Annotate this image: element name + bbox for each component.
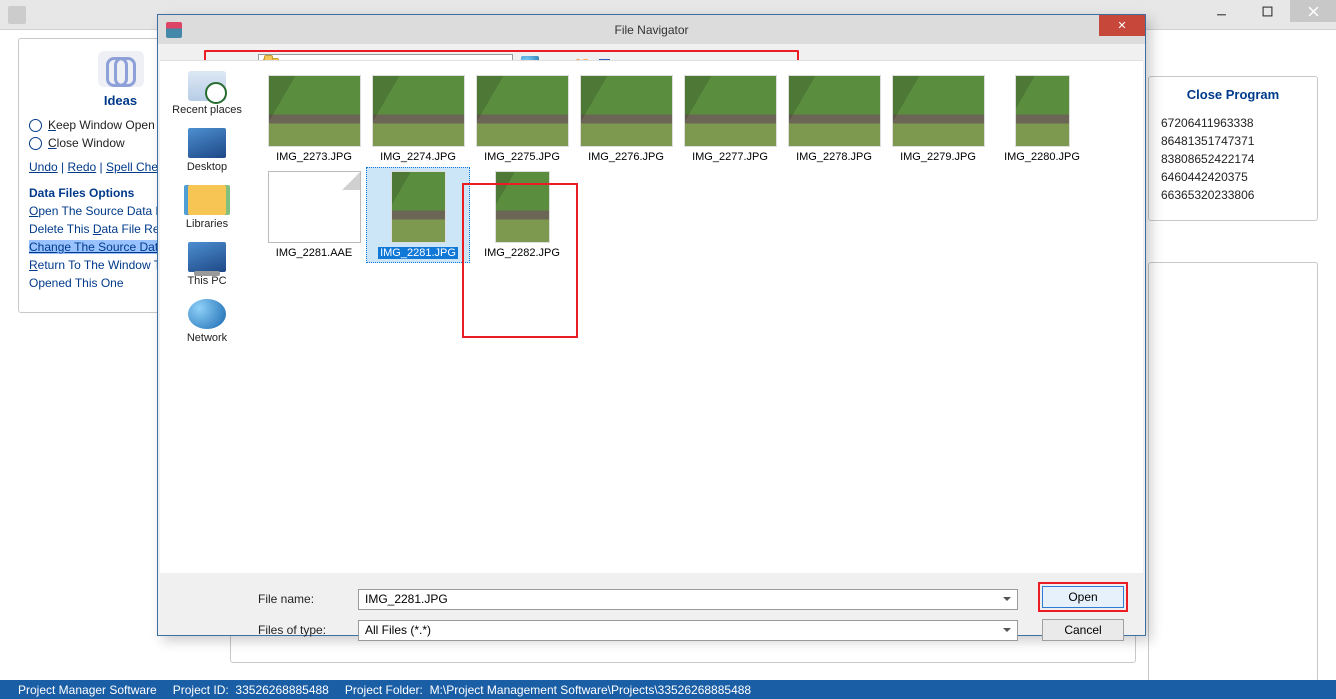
status-bar: Project Manager Software Project ID: 335… xyxy=(0,680,1336,699)
image-thumbnail xyxy=(391,171,446,243)
image-thumbnail xyxy=(372,75,465,147)
file-name-label: File name: xyxy=(258,592,358,606)
file-name-input[interactable]: IMG_2281.JPG xyxy=(358,589,1018,610)
place-libraries[interactable]: Libraries xyxy=(186,185,228,230)
file-name-label: IMG_2281.JPG xyxy=(378,247,458,259)
file-thumb[interactable]: IMG_2273.JPG xyxy=(262,71,366,167)
file-name-label: IMG_2278.JPG xyxy=(796,151,872,163)
list-item: 6460442420375 xyxy=(1161,170,1305,184)
list-item: 86481351747371 xyxy=(1161,134,1305,148)
file-navigator-dialog: File Navigator Look in: George And Graci… xyxy=(157,14,1146,636)
status-folder: Project Folder: M:\Project Management So… xyxy=(345,683,751,697)
status-app: Project Manager Software xyxy=(18,683,157,697)
image-thumbnail xyxy=(684,75,777,147)
open-button[interactable]: Open xyxy=(1042,586,1124,608)
right-sidebar: Close Program 67206411963338 864813517473… xyxy=(1148,76,1318,221)
close-program-link[interactable]: Close Program xyxy=(1161,87,1305,102)
image-thumbnail xyxy=(788,75,881,147)
link-icon xyxy=(98,51,144,87)
place-network[interactable]: Network xyxy=(187,299,227,344)
close-button[interactable] xyxy=(1290,0,1336,22)
image-thumbnail xyxy=(495,171,550,243)
file-thumb[interactable]: IMG_2281.AAE xyxy=(262,167,366,263)
file-thumb[interactable]: IMG_2278.JPG xyxy=(782,71,886,167)
minimize-button[interactable] xyxy=(1198,0,1244,22)
file-name-label: IMG_2274.JPG xyxy=(380,151,456,163)
document-icon xyxy=(268,171,361,243)
file-thumb[interactable]: IMG_2280.JPG xyxy=(990,71,1094,167)
spell-check-link[interactable]: Spell Che xyxy=(106,160,158,174)
list-item: 67206411963338 xyxy=(1161,116,1305,130)
file-grid: IMG_2273.JPG IMG_2274.JPG IMG_2275.JPG IMG_… xyxy=(262,71,1135,263)
dialog-titlebar[interactable]: File Navigator xyxy=(158,15,1145,44)
place-recent[interactable]: Recent places xyxy=(172,71,242,116)
cancel-button[interactable]: Cancel xyxy=(1042,619,1124,641)
dialog-title: File Navigator xyxy=(158,23,1145,37)
maximize-button[interactable] xyxy=(1244,0,1290,22)
status-pid: Project ID: 33526268885488 xyxy=(173,683,329,697)
undo-link[interactable]: Undo xyxy=(29,160,58,174)
image-thumbnail xyxy=(268,75,361,147)
file-thumb[interactable]: IMG_2277.JPG xyxy=(678,71,782,167)
file-thumb[interactable]: IMG_2274.JPG xyxy=(366,71,470,167)
dialog-close-button[interactable] xyxy=(1099,15,1145,36)
app-icon xyxy=(8,6,26,24)
file-name-label: IMG_2282.JPG xyxy=(484,247,560,259)
place-desktop[interactable]: Desktop xyxy=(187,128,227,173)
file-thumb[interactable]: IMG_2281.JPG xyxy=(366,167,470,263)
image-thumbnail xyxy=(580,75,673,147)
file-name-label: IMG_2279.JPG xyxy=(900,151,976,163)
file-thumb[interactable]: IMG_2276.JPG xyxy=(574,71,678,167)
redo-link[interactable]: Redo xyxy=(67,160,96,174)
places-bar: Recent places Desktop Libraries This PC … xyxy=(160,61,254,573)
file-thumb[interactable]: IMG_2282.JPG xyxy=(470,167,574,263)
file-name-label: IMG_2280.JPG xyxy=(1004,151,1080,163)
image-thumbnail xyxy=(1015,75,1070,147)
files-of-type-label: Files of type: xyxy=(258,623,358,637)
file-name-label: IMG_2273.JPG xyxy=(276,151,352,163)
list-item: 83808652422174 xyxy=(1161,152,1305,166)
file-name-label: IMG_2275.JPG xyxy=(484,151,560,163)
files-of-type-combo[interactable]: All Files (*.*) xyxy=(358,620,1018,641)
right-sidebar-lower xyxy=(1148,262,1318,682)
place-this-pc[interactable]: This PC xyxy=(187,242,226,287)
image-thumbnail xyxy=(892,75,985,147)
file-thumb[interactable]: IMG_2275.JPG xyxy=(470,71,574,167)
file-thumb[interactable]: IMG_2279.JPG xyxy=(886,71,990,167)
image-thumbnail xyxy=(476,75,569,147)
file-name-label: IMG_2276.JPG xyxy=(588,151,664,163)
list-item: 66365320233806 xyxy=(1161,188,1305,202)
file-name-label: IMG_2277.JPG xyxy=(692,151,768,163)
number-list: 67206411963338 86481351747371 838086524221… xyxy=(1161,116,1305,202)
open-highlight: Open xyxy=(1038,582,1128,612)
file-name-label: IMG_2281.AAE xyxy=(276,247,352,259)
